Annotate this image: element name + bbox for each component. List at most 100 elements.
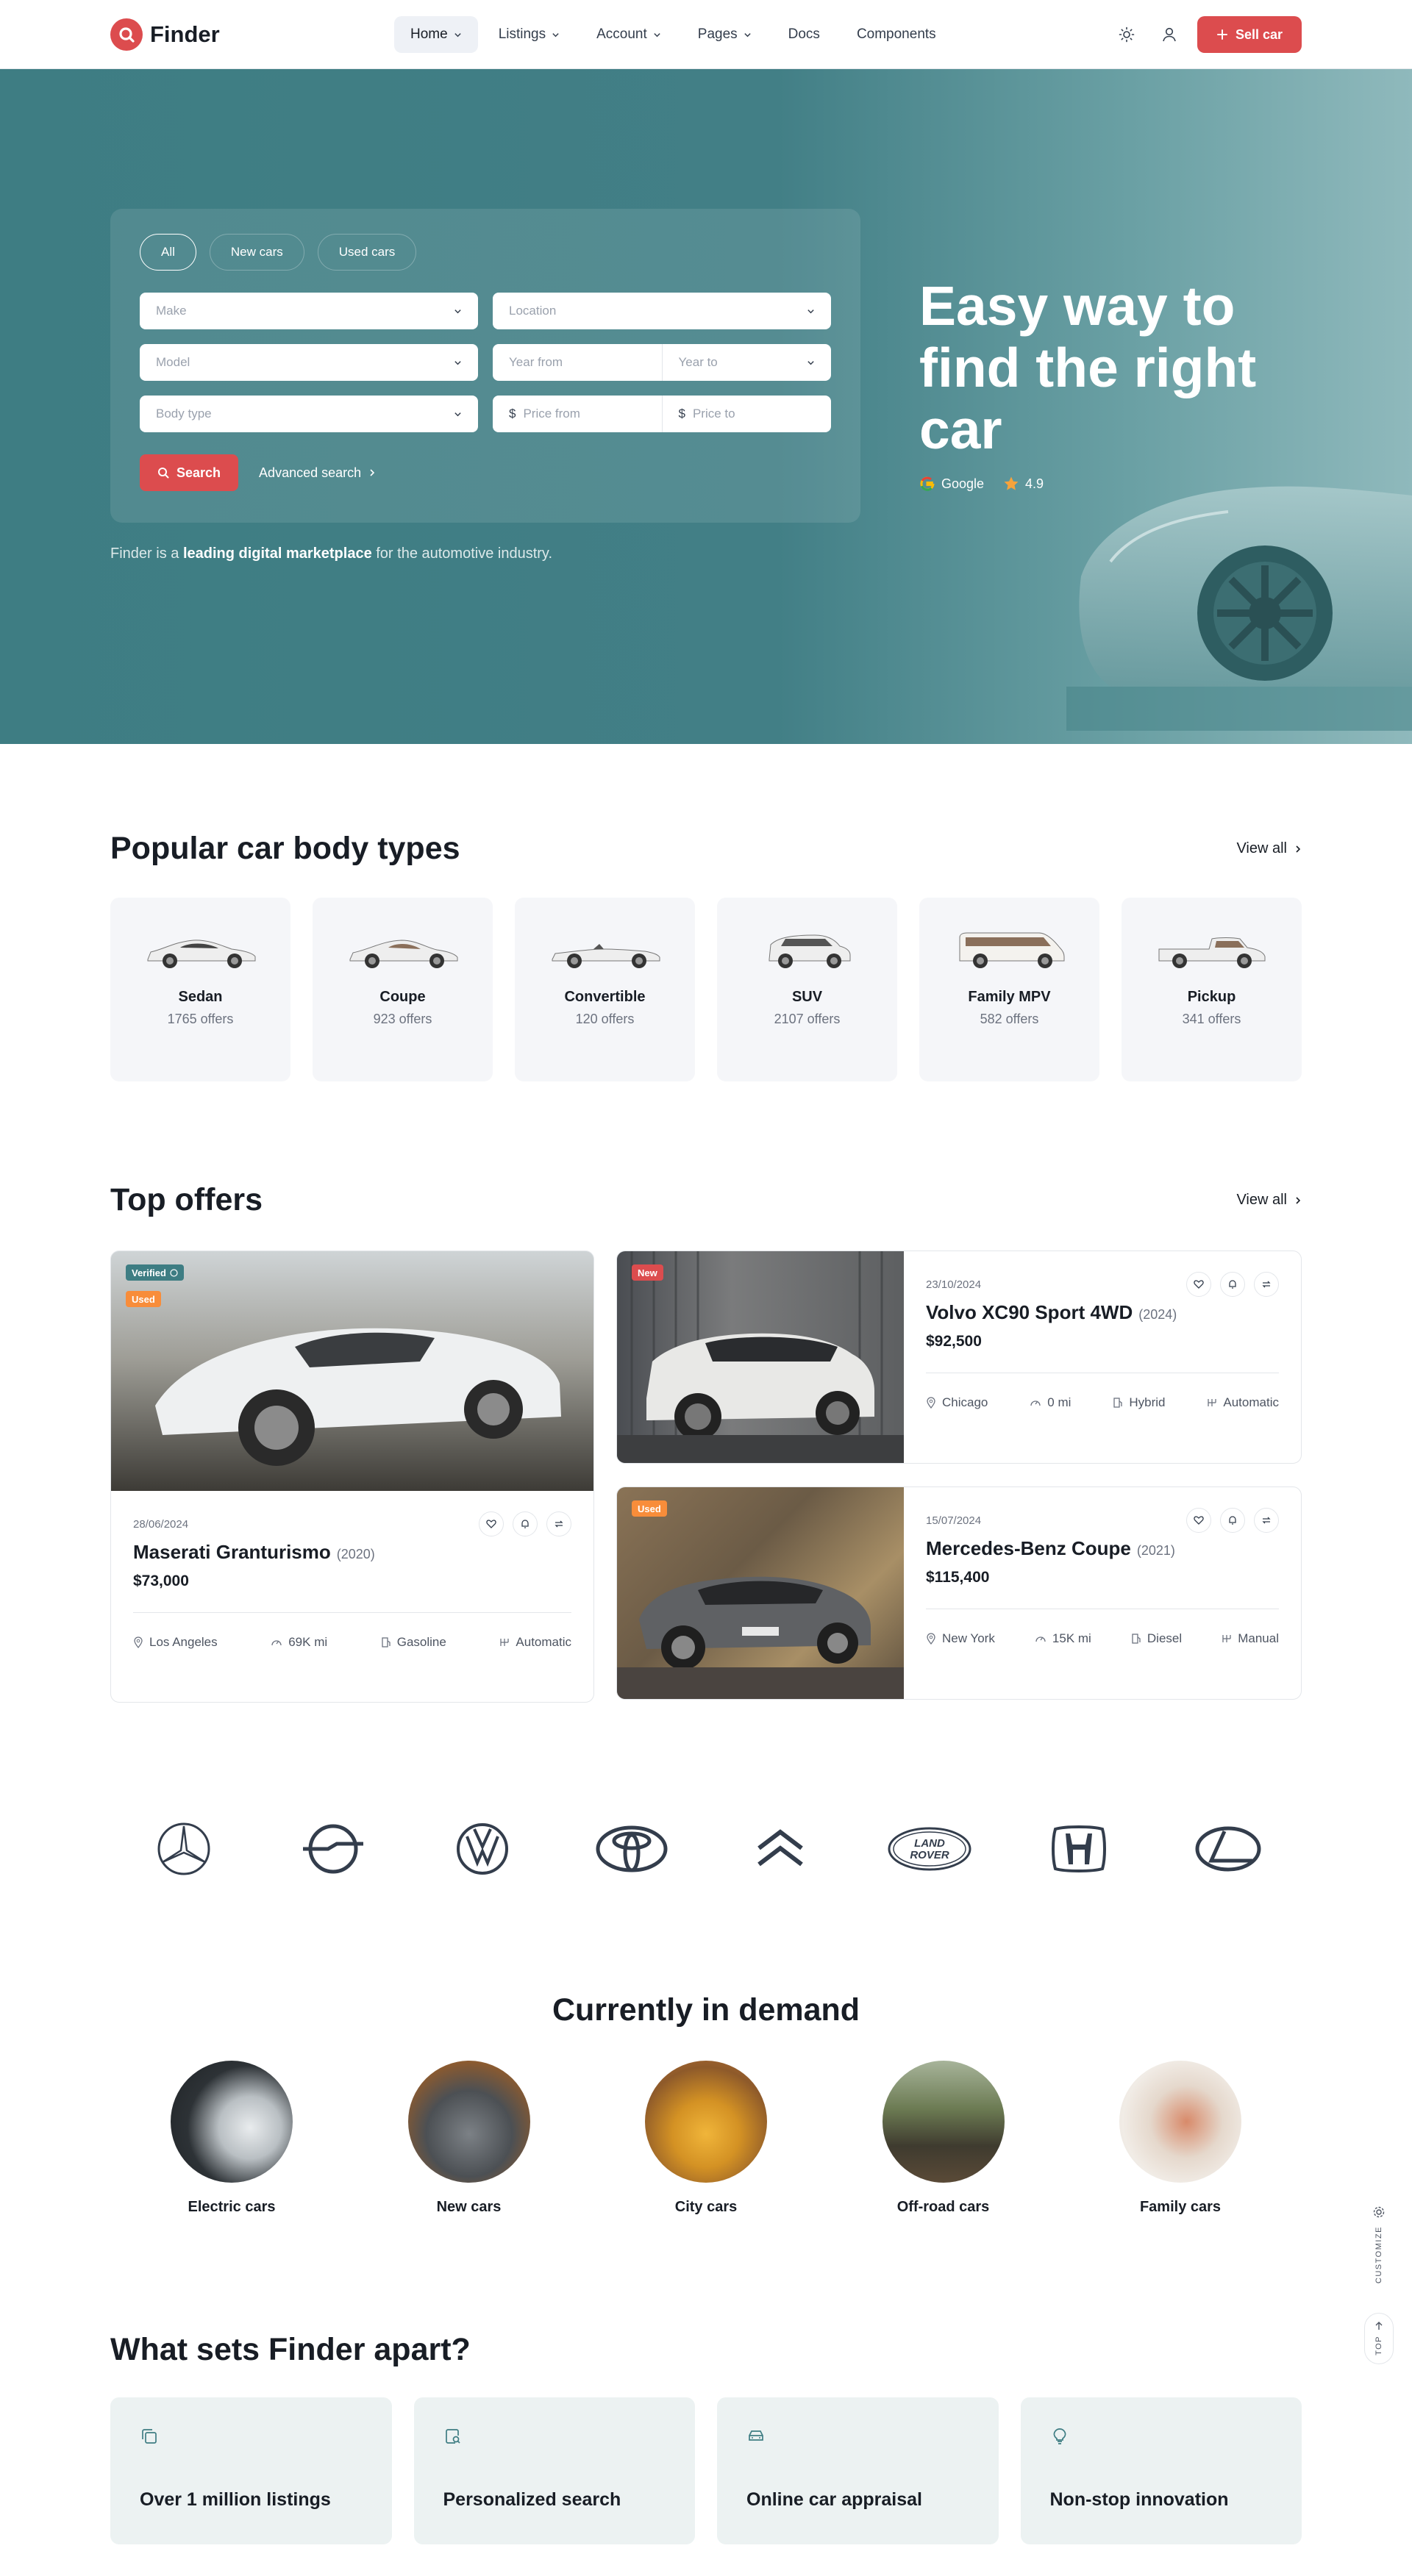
tab-used-cars[interactable]: Used cars	[317, 234, 417, 271]
demand-off-road-cars[interactable]: Off-road cars	[870, 2061, 1017, 2216]
coupe-car-icon	[349, 940, 457, 968]
arrow-up-icon	[1375, 2322, 1383, 2330]
make-placeholder: Make	[156, 304, 187, 318]
demand-city-cars[interactable]: City cars	[632, 2061, 780, 2216]
price-to-input[interactable]: $ Price to	[661, 396, 832, 432]
body-type-select[interactable]: Body type	[140, 396, 478, 432]
sedan-car-icon	[147, 940, 255, 968]
land-rover-logo-icon[interactable]: LAND ROVER	[885, 1816, 974, 1882]
chevron-down-icon	[744, 32, 751, 37]
year-from-placeholder: Year from	[509, 355, 563, 369]
bell-icon[interactable]	[513, 1511, 538, 1536]
model-select[interactable]: Model	[140, 344, 478, 381]
honda-logo-icon[interactable]	[1035, 1816, 1123, 1882]
offer-card-maserati[interactable]: Verified Used 28/06/2024 Maserati Grantu…	[110, 1251, 594, 1703]
price-from-input[interactable]: $ Price from	[493, 396, 662, 432]
location-select[interactable]: Location	[493, 293, 831, 329]
fuel-pump-icon	[382, 1637, 391, 1647]
user-account-icon[interactable]	[1155, 20, 1184, 49]
condition-tabs: All New cars Used cars	[140, 234, 831, 271]
demand-family-cars[interactable]: Family cars	[1107, 2061, 1254, 2216]
year-from-select[interactable]: Year from	[493, 344, 662, 381]
offer-card-mercedes[interactable]: Used 15/07/2024 Mercedes-Benz Coupe (2021…	[616, 1486, 1302, 1700]
offer-card-volvo[interactable]: New 23/10/2024 Volvo XC90 Sport 4WD (2024…	[616, 1251, 1302, 1464]
search-button[interactable]: Search	[140, 454, 239, 491]
dollar-icon: $	[678, 407, 685, 421]
compare-icon[interactable]	[1254, 1272, 1279, 1297]
sell-car-button[interactable]: Sell car	[1197, 16, 1302, 53]
feature-label: Online car appraisal	[746, 2489, 922, 2510]
land-rover-text-top: LAND	[914, 1837, 945, 1850]
body-type-family-mpv[interactable]: Family MPV 582 offers	[919, 898, 1099, 1081]
demand-label: Electric cars	[188, 2199, 276, 2215]
logo[interactable]: Finder	[110, 18, 220, 51]
body-type-suv[interactable]: SUV 2107 offers	[717, 898, 897, 1081]
google-label: Google	[941, 476, 985, 491]
used-badge: Used	[632, 1500, 667, 1517]
body-type-name: Sedan	[178, 989, 223, 1005]
tab-all[interactable]: All	[140, 234, 196, 271]
bell-icon[interactable]	[1220, 1508, 1245, 1533]
year-to-placeholder: Year to	[678, 355, 718, 369]
chevron-down-icon	[654, 32, 660, 37]
nav-account[interactable]: Account	[580, 16, 677, 53]
google-icon	[920, 476, 935, 491]
citroen-logo-icon[interactable]	[736, 1816, 824, 1882]
nav-home[interactable]: Home	[394, 16, 478, 53]
spec-mileage: 15K mi	[1035, 1631, 1091, 1646]
location-pin-icon	[927, 1633, 935, 1645]
hero-note-bold: leading digital marketplace	[182, 545, 372, 562]
opel-logo-icon[interactable]	[289, 1816, 377, 1882]
heart-icon[interactable]	[479, 1511, 504, 1536]
body-type-convertible[interactable]: Convertible 120 offers	[515, 898, 695, 1081]
spec-location: Chicago	[926, 1395, 988, 1410]
family-cars-image	[1119, 2061, 1241, 2183]
nav-docs[interactable]: Docs	[772, 16, 836, 53]
top-offers-view-all[interactable]: View all	[1236, 1192, 1302, 1209]
offer-name[interactable]: Volvo XC90 Sport 4WD	[926, 1301, 1133, 1323]
offer-name[interactable]: Mercedes-Benz Coupe	[926, 1537, 1131, 1559]
sell-car-label: Sell car	[1235, 26, 1283, 42]
body-type-coupe[interactable]: Coupe 923 offers	[313, 898, 493, 1081]
body-type-count: 341 offers	[1182, 1012, 1241, 1026]
body-types-section: Popular car body types View all Sedan 17…	[110, 831, 1302, 1081]
chevron-down-icon	[807, 309, 814, 313]
spec-fuel: Diesel	[1131, 1631, 1182, 1646]
chevron-down-icon	[552, 32, 559, 37]
compare-icon[interactable]	[546, 1511, 571, 1536]
heart-icon[interactable]	[1186, 1272, 1211, 1297]
chevron-down-icon	[454, 412, 461, 416]
nav-components[interactable]: Components	[841, 16, 952, 53]
compare-icon[interactable]	[1254, 1508, 1279, 1533]
body-type-sedan[interactable]: Sedan 1765 offers	[110, 898, 290, 1081]
mercedes-logo-icon[interactable]	[140, 1816, 228, 1882]
theme-toggle-sun-icon[interactable]	[1112, 20, 1141, 49]
offer-price: $92,500	[926, 1333, 982, 1350]
tab-new-cars[interactable]: New cars	[209, 234, 304, 271]
offer-name[interactable]: Maserati Granturismo	[133, 1541, 331, 1563]
demand-electric-cars[interactable]: Electric cars	[158, 2061, 305, 2216]
lexus-logo-icon[interactable]	[1184, 1816, 1272, 1882]
new-badge: New	[632, 1264, 663, 1281]
toyota-logo-icon[interactable]	[588, 1816, 676, 1882]
customize-button[interactable]: CUSTOMIZE	[1364, 2198, 1394, 2301]
chevron-down-icon	[807, 360, 814, 365]
offer-year: (2021)	[1136, 1543, 1175, 1558]
volkswagen-logo-icon[interactable]	[438, 1816, 527, 1882]
heart-icon[interactable]	[1186, 1508, 1211, 1533]
feature-listings: Over 1 million listings	[110, 2397, 392, 2544]
main-nav: Home Listings Account Pages Docs Compone…	[394, 16, 952, 53]
nav-listings[interactable]: Listings	[482, 16, 576, 53]
back-to-top-button[interactable]: TOP	[1364, 2313, 1394, 2364]
body-type-pickup[interactable]: Pickup 341 offers	[1122, 898, 1302, 1081]
advanced-search-link[interactable]: Advanced search	[259, 465, 376, 481]
year-to-select[interactable]: Year to	[661, 344, 832, 381]
bell-icon[interactable]	[1220, 1272, 1245, 1297]
spec-transmission: Automatic	[1207, 1395, 1279, 1410]
nav-pages[interactable]: Pages	[682, 16, 768, 53]
body-types-view-all[interactable]: View all	[1236, 840, 1302, 857]
year-range: Year from Year to	[493, 344, 831, 381]
convertible-car-icon	[552, 944, 660, 968]
demand-new-cars[interactable]: New cars	[396, 2061, 543, 2216]
make-select[interactable]: Make	[140, 293, 478, 329]
